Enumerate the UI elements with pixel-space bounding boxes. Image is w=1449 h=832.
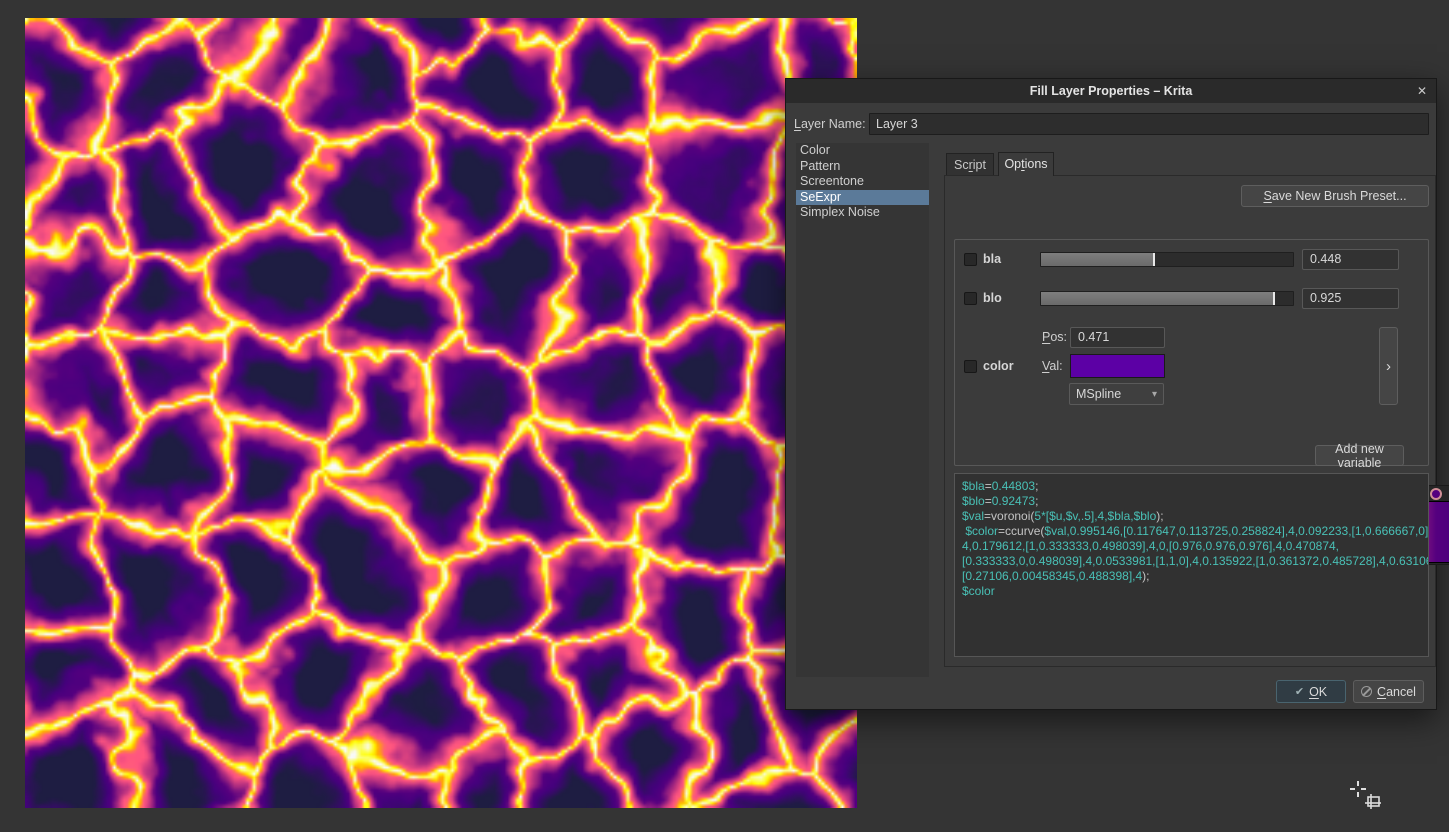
tab-script[interactable]: Script [946, 153, 994, 176]
val-label: Val: [1042, 359, 1063, 373]
script-line: 4,0.179612,[1,0.333333,0.498039],4,0,[0.… [962, 539, 1421, 554]
chevron-down-icon: ▾ [1152, 389, 1157, 400]
generator-item-simplex-noise[interactable]: Simplex Noise [796, 205, 929, 221]
dialog-titlebar[interactable]: Fill Layer Properties – Krita ✕ [786, 79, 1436, 103]
chevron-right-icon: › [1386, 358, 1391, 375]
add-new-variable-label: Add new variable [1316, 442, 1403, 470]
ok-button[interactable]: ✔ OK [1276, 680, 1346, 703]
script-line: [0.27106,0.00458345,0.488398],4); [962, 569, 1421, 584]
blo-value-input[interactable]: 0.925 [1302, 288, 1399, 309]
document-canvas[interactable] [25, 18, 857, 808]
generator-item-color[interactable]: Color [796, 143, 929, 159]
pos-label: Pos: [1042, 330, 1067, 344]
bla-slider-handle[interactable] [1153, 253, 1155, 266]
bla-checkbox[interactable] [964, 253, 977, 266]
blo-checkbox[interactable] [964, 292, 977, 305]
script-line: $blo=0.92473; [962, 494, 1421, 509]
cancel-button[interactable]: Cancel [1353, 680, 1424, 703]
interpolation-value: MSpline [1076, 387, 1121, 401]
generator-item-pattern[interactable]: Pattern [796, 159, 929, 175]
gradient-expand-button[interactable]: › [1379, 327, 1398, 405]
blo-slider-handle[interactable] [1273, 292, 1275, 305]
blo-slider-fill [1041, 292, 1274, 305]
crosshair-cursor [1350, 781, 1366, 797]
bla-slider-fill [1041, 253, 1154, 266]
fill-layer-properties-dialog: Fill Layer Properties – Krita ✕ Layer Na… [785, 78, 1437, 710]
bla-variable-label: bla [983, 252, 1001, 266]
tab-script-label: Script [954, 158, 986, 172]
gradient-stop-5[interactable] [1430, 488, 1442, 500]
val-color-swatch[interactable] [1070, 354, 1165, 378]
variables-group: Pos: 0.471 color Val: MSpline ▾ › Add ne… [954, 239, 1429, 466]
seexpr-texture [25, 18, 857, 808]
script-line: $val=voronoi(5*[$u,$v,.5],4,$bla,$blo); [962, 509, 1421, 524]
crop-tool-icon [1365, 794, 1381, 809]
cancel-label: Cancel [1377, 685, 1416, 699]
layer-name-input[interactable]: Layer 3 [869, 113, 1429, 135]
script-line: [0.333333,0,0.498039],4,0.0533981,[1,1,0… [962, 554, 1421, 569]
tab-options[interactable]: Options [998, 152, 1054, 176]
bla-slider[interactable] [1040, 252, 1294, 267]
save-new-brush-preset-button[interactable]: Save New Brush Preset... [1241, 185, 1429, 207]
script-line: $bla=0.44803; [962, 479, 1421, 494]
dialog-title: Fill Layer Properties – Krita [1030, 84, 1193, 98]
ok-label: OK [1309, 685, 1327, 699]
tab-options-label: Options [1004, 157, 1047, 171]
save-new-brush-preset-label: Save New Brush Preset... [1263, 189, 1406, 203]
color-variable-label: color [983, 359, 1014, 373]
seexpr-script-editor[interactable]: $bla=0.44803;$blo=0.92473;$val=voronoi(5… [954, 473, 1429, 657]
pos-input[interactable]: 0.471 [1070, 327, 1165, 348]
blo-variable-label: blo [983, 291, 1002, 305]
generator-list: ColorPatternScreentoneSeExprSimplex Nois… [796, 143, 929, 677]
script-line: $color [962, 584, 1421, 599]
generator-item-seexpr[interactable]: SeExpr [796, 190, 929, 206]
script-line: $color=ccurve($val,0.995146,[0.117647,0.… [962, 524, 1421, 539]
add-new-variable-button[interactable]: Add new variable [1315, 445, 1404, 466]
check-icon: ✔ [1295, 685, 1304, 698]
cancel-slash-icon [1361, 686, 1372, 697]
bla-value-input[interactable]: 0.448 [1302, 249, 1399, 270]
interpolation-dropdown[interactable]: MSpline ▾ [1069, 383, 1164, 405]
color-checkbox[interactable] [964, 360, 977, 373]
layer-name-label: Layer Name: [794, 117, 866, 131]
generator-item-screentone[interactable]: Screentone [796, 174, 929, 190]
blo-slider[interactable] [1040, 291, 1294, 306]
close-icon[interactable]: ✕ [1417, 79, 1427, 103]
